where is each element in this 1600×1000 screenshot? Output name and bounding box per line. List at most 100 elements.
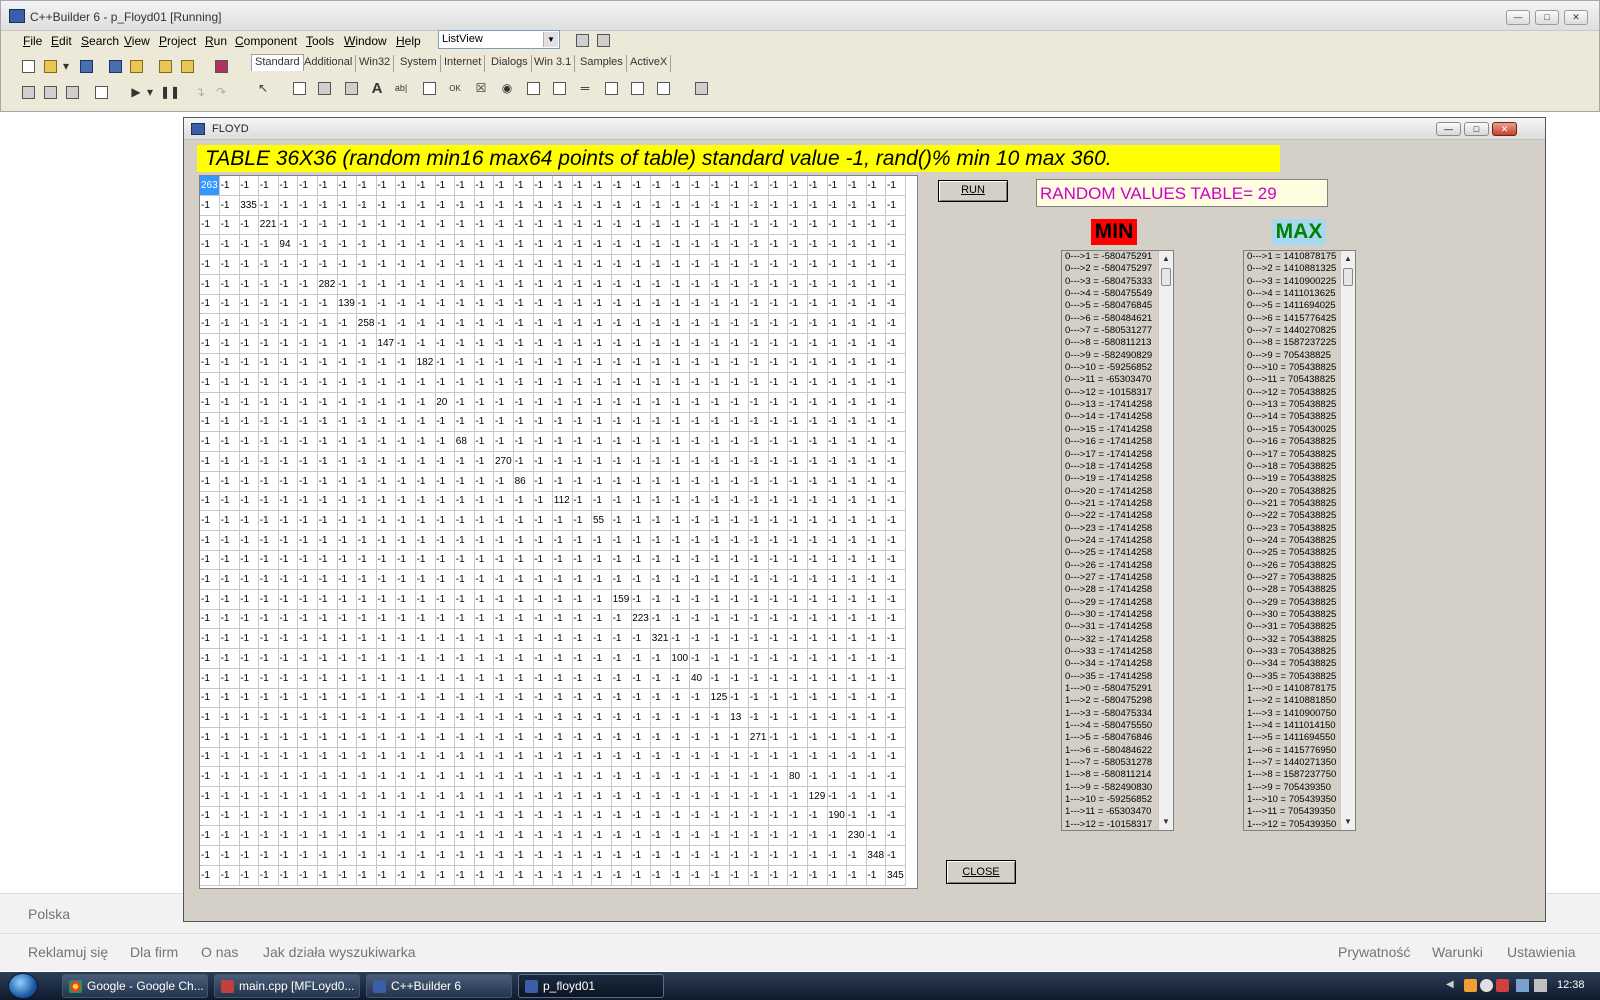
table-cell[interactable]: -1 [454,373,475,393]
table-cell[interactable]: -1 [415,668,436,689]
table-cell[interactable]: -1 [278,451,299,472]
table-cell[interactable]: -1 [474,550,495,571]
table-cell[interactable]: -1 [415,648,436,669]
table-cell[interactable]: -1 [337,707,358,728]
table-cell[interactable]: -1 [572,688,593,709]
label-component-icon[interactable]: A [367,78,387,98]
table-cell[interactable]: -1 [690,786,710,807]
table-cell[interactable]: -1 [239,235,260,256]
tab-activex[interactable]: ActiveX [627,55,672,72]
table-cell[interactable]: -1 [200,274,220,295]
table-cell[interactable]: -1 [827,195,848,216]
table-cell[interactable]: -1 [886,274,906,295]
table-cell[interactable]: -1 [552,747,573,768]
table-cell[interactable]: -1 [533,510,554,531]
table-cell[interactable]: -1 [690,826,710,847]
table-cell[interactable]: -1 [298,195,318,216]
table-cell[interactable]: -1 [768,353,789,374]
table-cell[interactable]: -1 [886,392,906,413]
table-cell[interactable]: -1 [827,254,848,275]
table-cell[interactable]: -1 [670,333,691,354]
max-listbox[interactable]: 0--->1 = 1410878175 0--->2 = 1410881325 0-… [1243,250,1356,831]
menu-edit[interactable]: Edit [51,34,72,48]
table-cell[interactable]: -1 [513,195,534,216]
table-cell[interactable]: -1 [592,294,612,315]
list-item[interactable]: 1--->11 = 705439350 [1247,806,1339,818]
table-cell[interactable]: 20 [435,392,456,413]
table-cell[interactable]: -1 [592,353,612,374]
table-cell[interactable]: -1 [337,629,358,650]
table-cell[interactable]: -1 [415,806,436,827]
table-cell[interactable]: -1 [592,609,612,630]
table-cell[interactable]: -1 [709,333,730,354]
table-cell[interactable]: -1 [474,451,495,472]
table-cell[interactable]: -1 [866,806,887,827]
table-cell[interactable]: -1 [435,767,456,787]
list-item[interactable]: 0--->33 = -17414258 [1065,646,1157,658]
table-cell[interactable]: -1 [396,432,416,453]
table-cell[interactable]: -1 [572,392,593,413]
table-cell[interactable]: -1 [611,865,632,886]
table-cell[interactable]: -1 [650,806,671,827]
table-cell[interactable]: -1 [435,826,456,847]
table-cell[interactable]: -1 [670,451,691,472]
table-cell[interactable]: -1 [219,491,240,512]
table-cell[interactable]: -1 [454,235,475,256]
help-book-icon[interactable] [211,56,231,76]
table-cell[interactable]: -1 [846,313,867,334]
table-cell[interactable]: -1 [356,767,377,787]
table-cell[interactable]: -1 [415,826,436,847]
table-cell[interactable]: -1 [846,491,867,512]
table-cell[interactable]: -1 [709,313,730,334]
table-cell[interactable]: -1 [258,668,279,689]
table-cell[interactable]: -1 [768,215,789,236]
table-cell[interactable]: -1 [317,609,338,630]
table-cell[interactable]: -1 [376,254,397,275]
table-cell[interactable]: -1 [631,491,652,512]
table-cell[interactable]: -1 [258,254,279,275]
table-cell[interactable]: -1 [317,530,338,551]
table-cell[interactable]: -1 [317,294,338,315]
list-item[interactable]: 0--->27 = 705438825 [1247,572,1339,584]
list-item[interactable]: 0--->25 = 705438825 [1247,547,1339,559]
table-cell[interactable]: -1 [670,195,691,216]
list-item[interactable]: 1--->10 = -59256852 [1065,794,1157,806]
table-cell[interactable]: -1 [494,432,514,453]
table-cell[interactable]: -1 [258,767,279,787]
table-cell[interactable]: -1 [768,195,789,216]
table-cell[interactable]: -1 [219,510,240,531]
view-unit-icon[interactable] [18,82,38,102]
table-cell[interactable]: -1 [200,629,220,650]
table-cell[interactable]: -1 [709,294,730,315]
table-cell[interactable]: -1 [572,865,593,886]
table-cell[interactable]: -1 [474,353,495,374]
table-cell[interactable]: -1 [396,510,416,531]
list-item[interactable]: 0--->32 = -17414258 [1065,634,1157,646]
table-cell[interactable]: -1 [650,235,671,256]
table-cell[interactable]: -1 [278,629,299,650]
table-cell[interactable]: -1 [298,570,318,590]
table-cell[interactable]: -1 [866,747,887,768]
list-item[interactable]: 0--->28 = -17414258 [1065,584,1157,596]
table-cell[interactable]: -1 [533,589,554,610]
table-cell[interactable]: -1 [690,274,710,295]
table-cell[interactable]: -1 [886,806,906,827]
table-cell[interactable]: -1 [396,373,416,393]
table-cell[interactable]: -1 [690,254,710,275]
table-cell[interactable]: -1 [827,274,848,295]
table-cell[interactable]: -1 [415,845,436,866]
combobox-component-icon[interactable] [549,78,569,98]
table-cell[interactable]: -1 [709,235,730,256]
table-cell[interactable]: -1 [415,629,436,650]
table-cell[interactable]: -1 [239,747,260,768]
table-cell[interactable]: -1 [572,333,593,354]
table-cell[interactable]: -1 [807,254,828,275]
table-cell[interactable]: -1 [376,235,397,256]
table-cell[interactable]: -1 [670,570,691,590]
table-cell[interactable]: -1 [768,254,789,275]
table-cell[interactable]: -1 [650,373,671,393]
table-cell[interactable]: -1 [454,471,475,492]
table-cell[interactable]: -1 [513,491,534,512]
table-cell[interactable]: -1 [494,215,514,236]
table-cell[interactable]: -1 [376,707,397,728]
